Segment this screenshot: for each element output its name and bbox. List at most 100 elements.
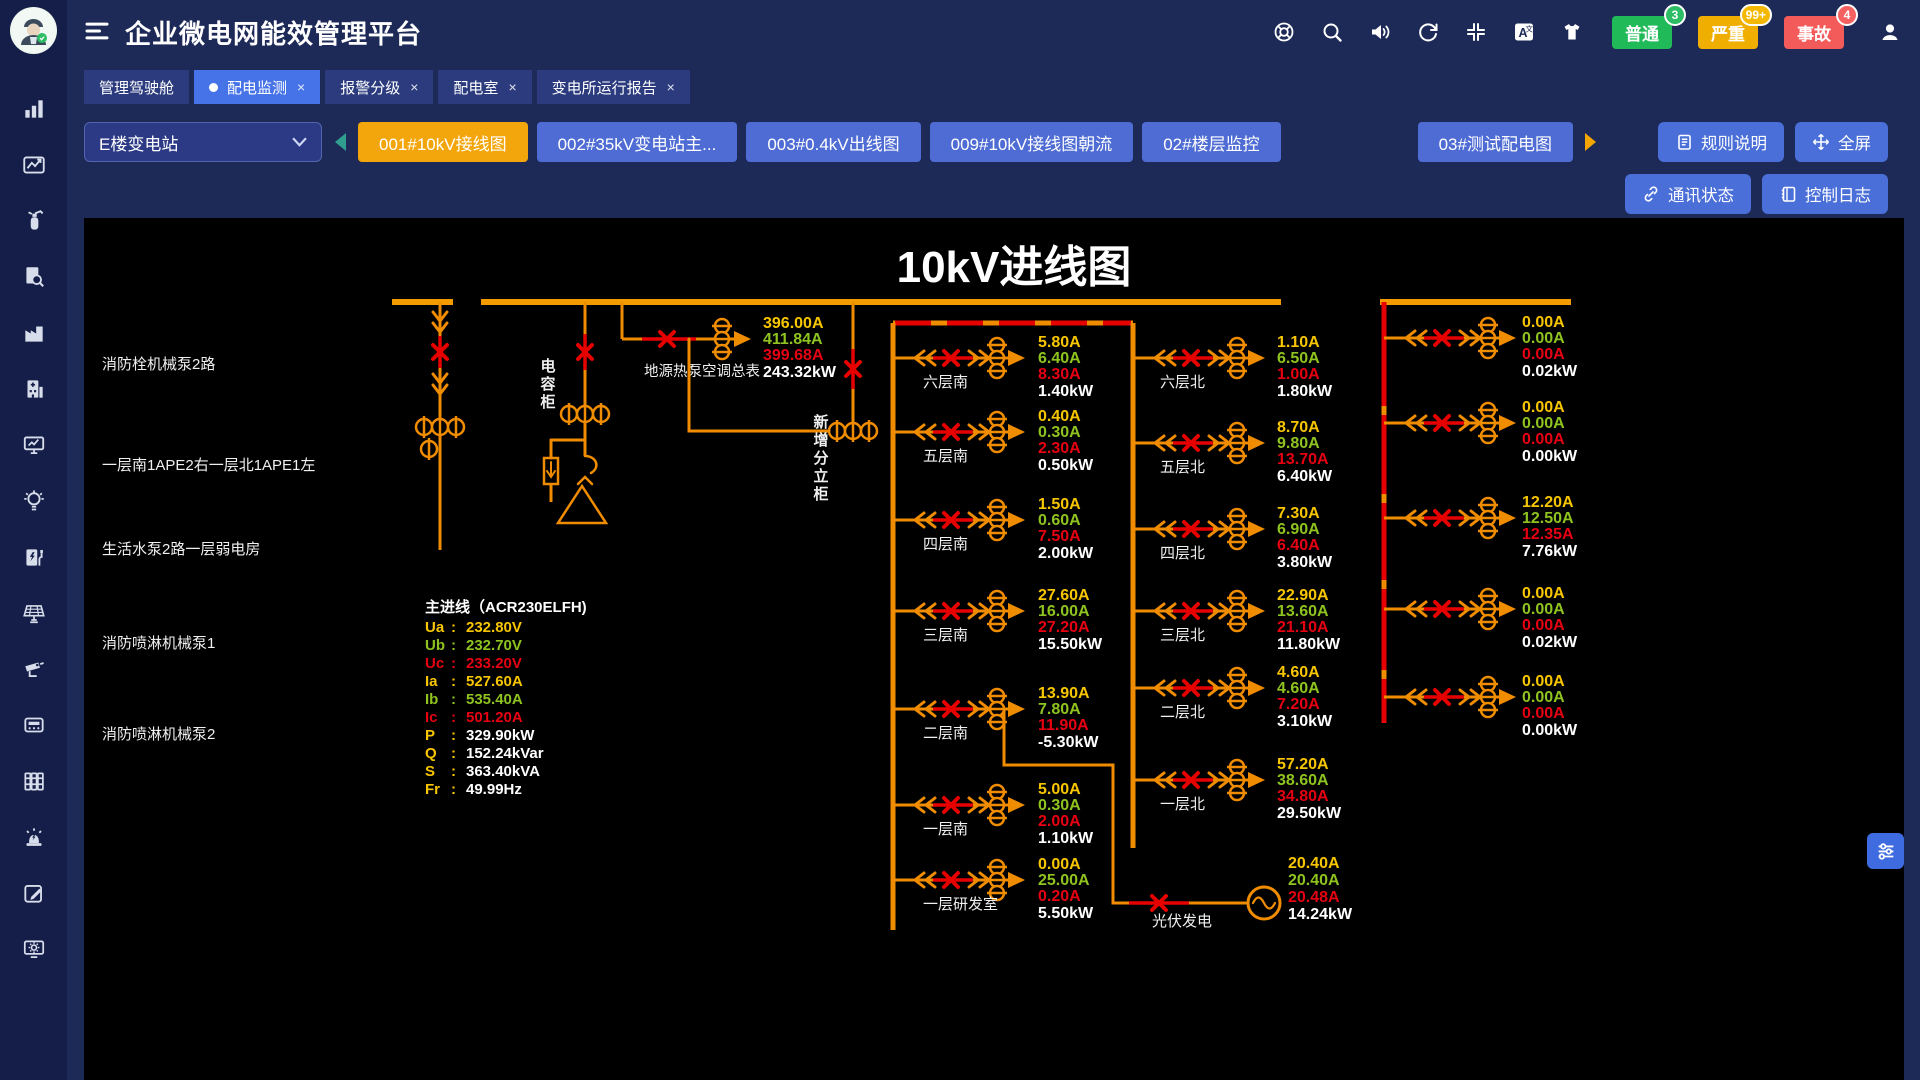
- feeder-branch[interactable]: 57.20A38.60A34.80A29.50kW一层北: [1133, 756, 1342, 822]
- svg-text:8.30A: 8.30A: [1038, 366, 1081, 383]
- feeder-branch[interactable]: 8.70A9.80A13.70A6.40kW五层北: [1133, 419, 1333, 485]
- sidebar-item-monitor-chart-icon[interactable]: [21, 432, 47, 458]
- solar-panel-icon: [21, 600, 47, 626]
- feeder-branch[interactable]: 1.50A0.60A7.50A2.00kW四层南: [893, 496, 1094, 562]
- comm-status-button[interactable]: 通讯状态: [1625, 174, 1751, 214]
- svg-text:7.20A: 7.20A: [1277, 696, 1320, 713]
- svg-text:13.90A: 13.90A: [1038, 685, 1090, 702]
- feeder-branch[interactable]: 0.00A25.00A0.20A5.50kW一层研发室: [893, 856, 1094, 922]
- sidebar-item-meter-panel-icon[interactable]: [21, 712, 47, 738]
- help-icon: [1272, 20, 1296, 44]
- sidebar-item-bar-chart-icon[interactable]: [21, 96, 47, 122]
- fullscreen-button[interactable]: 全屏: [1795, 122, 1888, 162]
- nav-tab[interactable]: 报警分级×: [325, 70, 433, 104]
- feeder-branch[interactable]: 0.00A0.00A0.00A0.00kW消防喷淋机械泵2: [102, 673, 1578, 743]
- main-meter-block: 主进线（ACR230ELFH)Ua:232.80VUb:232.70VUc:23…: [425, 598, 587, 798]
- translate-icon[interactable]: A文: [1512, 20, 1536, 44]
- sidebar-item-cctv-icon[interactable]: [21, 656, 47, 682]
- svg-text:消防栓机械泵2路: 消防栓机械泵2路: [102, 356, 215, 373]
- sidebar-item-system-settings-icon[interactable]: [21, 936, 47, 962]
- svg-text:0.00A: 0.00A: [1522, 673, 1565, 690]
- feeder-branch[interactable]: 13.90A7.80A11.90A-5.30kW二层南: [893, 685, 1099, 751]
- feeder-branch[interactable]: 0.00A0.00A0.00A0.02kW消防栓机械泵2路: [102, 314, 1578, 380]
- sidebar-item-factory-icon[interactable]: [21, 320, 47, 346]
- diagram-tab[interactable]: 002#35kV变电站主...: [537, 122, 738, 162]
- close-icon[interactable]: ×: [508, 79, 516, 95]
- source-meter-branch[interactable]: 396.00A411.84A399.68A243.32kW地源热泵空调总表: [622, 302, 837, 381]
- svg-text::: :: [451, 727, 456, 744]
- alarm-count-badge: 3: [1664, 4, 1686, 26]
- help-icon[interactable]: [1272, 20, 1296, 44]
- feeder-branch[interactable]: 12.20A12.50A12.35A7.76kW生活水泵2路一层弱电房: [102, 494, 1578, 560]
- sidebar-item-ev-charger-icon[interactable]: [21, 544, 47, 570]
- main-incoming-feeder[interactable]: [416, 302, 464, 550]
- scroll-left-icon[interactable]: [333, 132, 347, 152]
- diagram-tab[interactable]: 001#10kV接线图: [358, 122, 528, 162]
- feeder-branch[interactable]: 5.80A6.40A8.30A1.40kW六层南: [893, 334, 1094, 400]
- diagram-tab[interactable]: 009#10kV接线图朝流: [930, 122, 1134, 162]
- theme-icon[interactable]: [1560, 20, 1584, 44]
- alarm-filter-accident[interactable]: 事故4: [1784, 16, 1844, 49]
- refresh-icon[interactable]: [1416, 20, 1440, 44]
- svg-text:5.00A: 5.00A: [1038, 781, 1081, 798]
- svg-text:8.70A: 8.70A: [1277, 419, 1320, 436]
- sidebar-item-archive-icon[interactable]: [21, 768, 47, 794]
- svg-text:0.50kW: 0.50kW: [1038, 457, 1094, 474]
- quick-settings-button[interactable]: [1867, 833, 1904, 869]
- sidebar-item-doc-inspect-icon[interactable]: [21, 264, 47, 290]
- svg-text:0.00A: 0.00A: [1522, 431, 1565, 448]
- sidebar-item-building-icon[interactable]: [21, 376, 47, 402]
- nav-tab[interactable]: 变电所运行报告×: [537, 70, 690, 104]
- sidebar-item-solar-panel-icon[interactable]: [21, 600, 47, 626]
- feeder-branch[interactable]: 1.10A6.50A1.00A1.80kW六层北: [1133, 334, 1333, 400]
- app-logo[interactable]: [10, 7, 57, 54]
- svg-text:20.40A: 20.40A: [1288, 855, 1340, 872]
- svg-text:527.60A: 527.60A: [466, 673, 523, 690]
- sidebar-item-alarm-beacon-icon[interactable]: [21, 824, 47, 850]
- diagram-tab[interactable]: 03#测试配电图: [1418, 122, 1573, 162]
- nav-tab[interactable]: 配电监测×: [194, 70, 320, 104]
- diagram-tab-bar: 001#10kV接线图002#35kV变电站主...003#0.4kV出线图00…: [358, 122, 1573, 162]
- chevron-down-icon: [292, 137, 307, 147]
- feeder-branch[interactable]: 7.30A6.90A6.40A3.80kW四层北: [1133, 505, 1333, 571]
- sidebar-item-trend-chart-icon[interactable]: [21, 152, 47, 178]
- close-icon[interactable]: ×: [667, 79, 675, 95]
- control-log-button[interactable]: 控制日志: [1762, 174, 1888, 214]
- alarm-filter-normal[interactable]: 普通3: [1612, 16, 1672, 49]
- feeder-branch[interactable]: 0.40A0.30A2.30A0.50kW五层南: [893, 408, 1094, 474]
- search-icon[interactable]: [1320, 20, 1344, 44]
- alarm-filter-serious[interactable]: 严重99+: [1698, 16, 1758, 49]
- svg-text:16.00A: 16.00A: [1038, 603, 1090, 620]
- feeder-branch[interactable]: 22.90A13.60A21.10A11.80kW三层北: [1133, 587, 1341, 653]
- rules-button[interactable]: 规则说明: [1658, 122, 1784, 162]
- diagram-tab[interactable]: 02#楼层监控: [1142, 122, 1280, 162]
- compress-icon[interactable]: [1464, 20, 1488, 44]
- feeder-branch[interactable]: 5.00A0.30A2.00A1.10kW一层南: [893, 781, 1094, 847]
- svg-text:0.00A: 0.00A: [1038, 856, 1081, 873]
- feeder-branch[interactable]: 4.60A4.60A7.20A3.10kW二层北: [1133, 664, 1333, 730]
- station-selector[interactable]: E楼变电站: [84, 122, 322, 162]
- worker-logo-icon: [10, 7, 57, 54]
- diagram-tab[interactable]: 003#0.4kV出线图: [746, 122, 920, 162]
- feeder-branch[interactable]: 0.00A0.00A0.00A0.02kW消防喷淋机械泵1: [102, 585, 1578, 652]
- nav-tab[interactable]: 管理驾驶舱: [84, 70, 189, 104]
- close-icon[interactable]: ×: [410, 79, 418, 95]
- svg-text:20.40A: 20.40A: [1288, 872, 1340, 889]
- user-icon[interactable]: [1878, 20, 1902, 44]
- fullscreen-button-label: 全屏: [1838, 130, 1871, 154]
- svg-text:Ub: Ub: [425, 637, 445, 654]
- svg-text:二层南: 二层南: [923, 725, 968, 742]
- feeder-branch[interactable]: 27.60A16.00A27.20A15.50kW三层南: [893, 587, 1103, 653]
- svg-text:地源热泵空调总表: 地源热泵空调总表: [644, 363, 760, 380]
- svg-text:25.00A: 25.00A: [1038, 872, 1090, 889]
- close-icon[interactable]: ×: [297, 79, 305, 95]
- capacitor-cabinet[interactable]: 电容柜: [539, 302, 610, 523]
- sound-icon[interactable]: [1368, 20, 1392, 44]
- sidebar-item-fire-extinguisher-icon[interactable]: [21, 208, 47, 234]
- scroll-right-icon[interactable]: [1584, 132, 1598, 152]
- menu-toggle-icon[interactable]: [81, 16, 113, 48]
- svg-text:0.30A: 0.30A: [1038, 797, 1081, 814]
- nav-tab[interactable]: 配电室×: [438, 70, 531, 104]
- sidebar-item-bulb-icon[interactable]: [21, 488, 47, 514]
- sidebar-item-edit-icon[interactable]: [21, 880, 47, 906]
